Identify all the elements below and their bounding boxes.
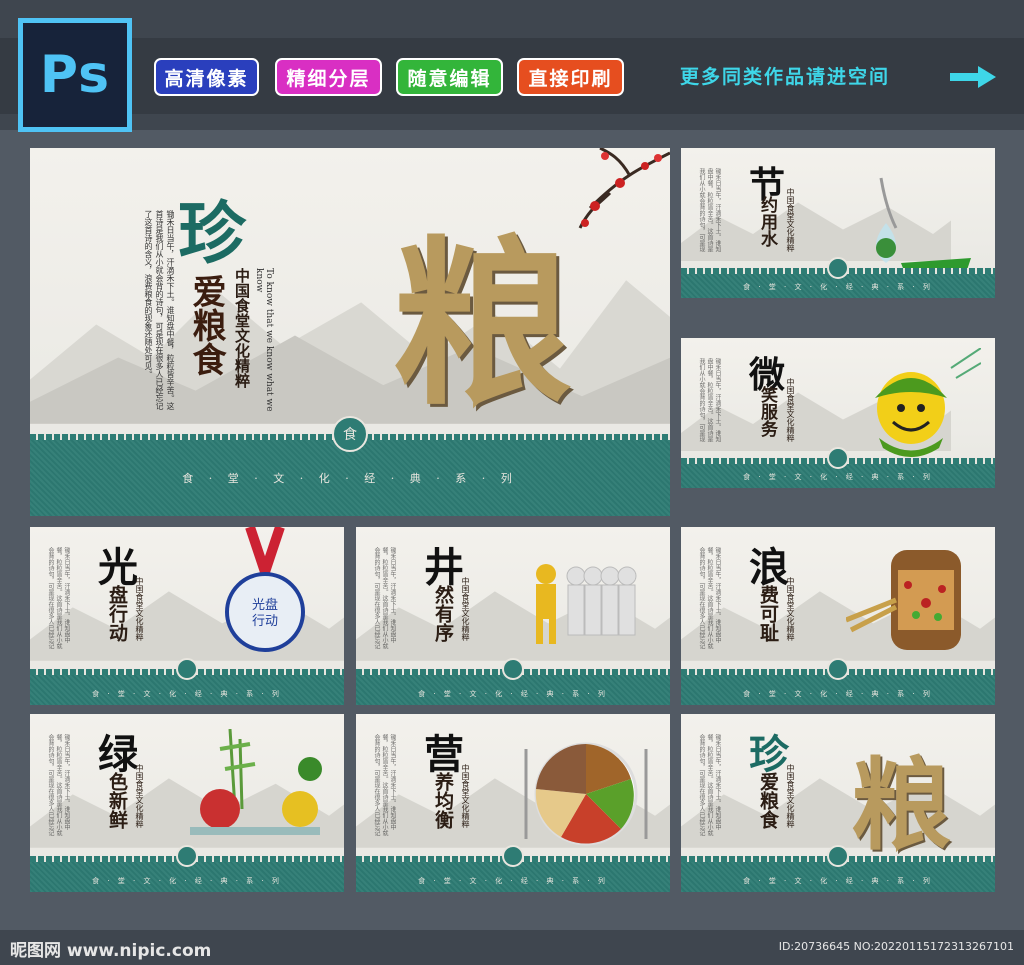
- poster-7: 锄禾日当午，汗滴禾下土。谁知盘中餐，粒粒皆辛苦。这首诗是我们从小就会背的诗句，可…: [356, 714, 670, 892]
- poem-text: 锄禾日当午，汗滴禾下土。谁知盘中餐，粒粒皆辛苦。这首诗是我们从小就会背的诗句，可…: [374, 734, 396, 836]
- poem-text: 锄禾日当午，汗滴禾下土。谁知盘中餐，粒粒皆辛苦。这首诗是我们从小就会背的诗句，可…: [48, 734, 70, 836]
- grain-char: 粮: [851, 746, 951, 864]
- series-text: 食 · 堂 · 文 · 化 · 经 · 典 · 系 · 列: [743, 877, 933, 885]
- series-text: 食 · 堂 · 文 · 化 · 经 · 典 · 系 · 列: [418, 690, 608, 698]
- poster-subtitle: 中国食堂文化精粹: [135, 764, 144, 828]
- poster-title-rest: 爱粮食: [757, 772, 779, 829]
- poster-4: 锄禾日当午，汗滴禾下土。谁知盘中餐，粒粒皆辛苦。这首诗是我们从小就会背的诗句，可…: [356, 527, 670, 705]
- series-text: 食 · 堂 · 文 · 化 · 经 · 典 · 系 · 列: [92, 877, 282, 885]
- tag-hd-pixels: 高清像素: [154, 58, 259, 96]
- title-rest: 爱粮食: [186, 274, 226, 376]
- subtitle: 中国食堂文化精粹: [233, 268, 251, 388]
- poem-text: 锄禾日当午，汗滴禾下土。谁知盘中餐，粒粒皆辛苦。这首诗是我们从小就会背的诗句，可…: [699, 547, 721, 649]
- arrow-right-icon[interactable]: [950, 66, 996, 88]
- seal-medal: [176, 658, 198, 680]
- poster-title-rest: 盘行动: [106, 585, 128, 642]
- series-text: 食 · 堂 · 文 · 化 · 经 · 典 · 系 · 列: [743, 283, 933, 291]
- series-text: 食 · 堂 · 文 · 化 · 经 · 典 · 系 · 列: [743, 473, 933, 481]
- ps-logo-text: Ps: [39, 45, 111, 105]
- teal-band: 食 · 堂 · 文 · 化 · 经 · 典 · 系 · 列: [681, 447, 995, 488]
- title-char: 珍: [178, 194, 247, 274]
- poster-title-rest: 色新鲜: [106, 772, 128, 829]
- series-text: 食 · 堂 · 文 · 化 · 经 · 典 · 系 · 列: [182, 472, 518, 485]
- poster-subtitle: 中国食堂文化精粹: [786, 378, 795, 442]
- series-text: 食 · 堂 · 文 · 化 · 经 · 典 · 系 · 列: [418, 877, 608, 885]
- grain-char: 粮: [392, 219, 573, 430]
- teal-band: 食 · 堂 · 文 · 化 · 经 · 典 · 系 · 列: [30, 658, 344, 705]
- image-id: ID:20736645 NO:20220115172313267101: [778, 940, 1014, 953]
- teal-band: 食 · 堂 · 文 · 化 · 经 · 典 · 系 · 列: [681, 257, 995, 298]
- poster-subtitle: 中国食堂文化精粹: [461, 764, 470, 828]
- poster-6: 锄禾日当午，汗滴禾下土。谁知盘中餐，粒粒皆辛苦。这首诗是我们从小就会背的诗句，可…: [30, 714, 344, 892]
- poster-title-rest: 然有序: [432, 585, 454, 642]
- poster-subtitle: 中国食堂文化精粹: [786, 188, 795, 252]
- main-poster: 锄禾日当午，汗滴禾下土。谁知盘中餐，粒粒皆辛苦。这首诗是我们从小就会背的诗句，可…: [30, 148, 670, 516]
- series-text: 食 · 堂 · 文 · 化 · 经 · 典 · 系 · 列: [743, 690, 933, 698]
- poster-subtitle: 中国食堂文化精粹: [461, 577, 470, 641]
- seal-medal: [176, 845, 198, 867]
- teal-band: 食 食 · 堂 · 文 · 化 · 经 · 典 · 系 · 列: [30, 416, 670, 516]
- poster-title-rest: 笑服务: [757, 386, 777, 437]
- poster-3: 锄禾日当午，汗滴禾下土。谁知盘中餐，粒粒皆辛苦。这首诗是我们从小就会背的诗句，可…: [30, 527, 344, 705]
- site-watermark: 昵图网 www.nipic.com: [10, 941, 212, 961]
- seal-medal: [502, 845, 524, 867]
- seal-medal: [502, 658, 524, 680]
- poster-subtitle: 中国食堂文化精粹: [786, 764, 795, 828]
- poster-1: 锄禾日当午，汗滴禾下土。谁知盘中餐，粒粒皆辛苦。这首诗是我们从小就会背的诗句，可…: [681, 148, 995, 298]
- teal-band: 食 · 堂 · 文 · 化 · 经 · 典 · 系 · 列: [681, 658, 995, 705]
- photoshop-logo: Ps: [18, 18, 132, 132]
- poster-2: 锄禾日当午，汗滴禾下土。谁知盘中餐，粒粒皆辛苦。这首诗是我们从小就会背的诗句，可…: [681, 338, 995, 488]
- poem-text: 锄禾日当午，汗滴禾下土。谁知盘中餐，粒粒皆辛苦。这首诗是我们从小就会背的诗句，可…: [699, 358, 721, 442]
- poster-title-rest: 费可耻: [757, 585, 779, 642]
- poem-text: 锄禾日当午，汗滴禾下土。谁知盘中餐，粒粒皆辛苦。这首诗是我们从小就会背的诗句，可…: [699, 168, 721, 252]
- poem-text: 锄禾日当午，汗滴禾下土。谁知盘中餐，粒粒皆辛苦。这首诗是我们从小就会背的诗句，可…: [144, 210, 175, 410]
- more-works-link[interactable]: 更多同类作品请进空间: [680, 62, 890, 89]
- svg-text:行动: 行动: [252, 614, 278, 629]
- seal-medal: [827, 447, 849, 469]
- poem-text: 锄禾日当午，汗滴禾下土。谁知盘中餐，粒粒皆辛苦。这首诗是我们从小就会背的诗句，可…: [48, 547, 70, 649]
- seal-medal: [827, 257, 849, 279]
- teal-band: 食 · 堂 · 文 · 化 · 经 · 典 · 系 · 列: [356, 845, 670, 892]
- tag-fine-layers: 精细分层: [275, 58, 382, 96]
- seal-medal: 食: [332, 416, 368, 452]
- poster-subtitle: 中国食堂文化精粹: [786, 577, 795, 641]
- english-text: To know that we know what we know: [254, 268, 274, 412]
- seal-medal: [827, 845, 849, 867]
- tag-direct-print: 直接印刷: [517, 58, 624, 96]
- poster-title-rest: 约用水: [757, 196, 777, 247]
- svg-text:光盘: 光盘: [252, 597, 278, 613]
- poem-text: 锄禾日当午，汗滴禾下土。谁知盘中餐，粒粒皆辛苦。这首诗是我们从小就会背的诗句，可…: [699, 734, 721, 836]
- teal-band: 食 · 堂 · 文 · 化 · 经 · 典 · 系 · 列: [356, 658, 670, 705]
- poster-title-rest: 养均衡: [432, 772, 454, 829]
- poster-8: 锄禾日当午，汗滴禾下土。谁知盘中餐，粒粒皆辛苦。这首诗是我们从小就会背的诗句，可…: [681, 714, 995, 892]
- poster-5: 锄禾日当午，汗滴禾下土。谁知盘中餐，粒粒皆辛苦。这首诗是我们从小就会背的诗句，可…: [681, 527, 995, 705]
- poem-text: 锄禾日当午，汗滴禾下土。谁知盘中餐，粒粒皆辛苦。这首诗是我们从小就会背的诗句，可…: [374, 547, 396, 649]
- poster-subtitle: 中国食堂文化精粹: [135, 577, 144, 641]
- series-text: 食 · 堂 · 文 · 化 · 经 · 典 · 系 · 列: [92, 690, 282, 698]
- tag-free-edit: 随意编辑: [396, 58, 503, 96]
- seal-medal: [827, 658, 849, 680]
- teal-band: 食 · 堂 · 文 · 化 · 经 · 典 · 系 · 列: [30, 845, 344, 892]
